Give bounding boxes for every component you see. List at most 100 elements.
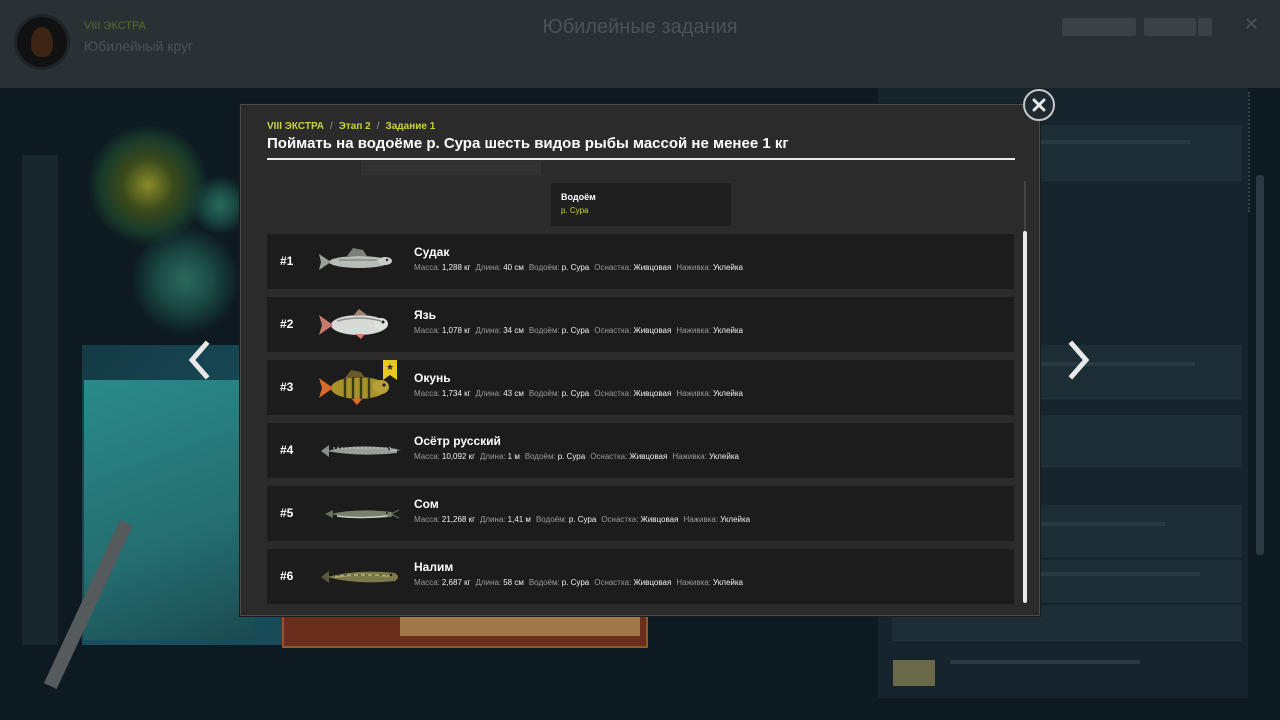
bait-value: Уклейка — [720, 515, 751, 524]
tackle-label: Оснастка: — [601, 515, 639, 524]
fish-rank: #5 — [280, 506, 294, 520]
background-left-column — [22, 155, 58, 645]
tackle-value: Живцовая — [633, 389, 672, 398]
fish-name: Осётр русский — [414, 434, 501, 448]
length-value: 1 м — [507, 452, 520, 461]
fish-rank: #6 — [280, 569, 294, 583]
player-name: Юбилейный круг — [84, 38, 194, 54]
mass-value: 2,687 кг — [441, 578, 471, 587]
hidden-tab-strip — [361, 161, 541, 175]
chevron-left-icon — [188, 340, 210, 380]
background-scrollbar — [1256, 175, 1264, 555]
length-value: 1,41 м — [507, 515, 531, 524]
mass-value: 1,288 кг — [441, 263, 471, 272]
chevron-right-icon — [1068, 340, 1090, 380]
bait-label: Наживка: — [676, 326, 711, 335]
bait-label: Наживка: — [683, 515, 719, 524]
fish-name: Налим — [414, 560, 454, 574]
water-body-filter[interactable]: Водоём р. Сура — [551, 183, 731, 226]
mass-label: Масса: — [414, 452, 440, 461]
mass-value: 1,078 кг — [441, 326, 471, 335]
background-chain-decoration — [1248, 92, 1254, 212]
fish-stats: Масса: 1,288 кг Длина: 40 см Водоём: р. Сур… — [414, 263, 743, 272]
task-title: Поймать на водоёме р. Сура шесть видов р… — [267, 135, 789, 152]
background-top-button — [1144, 18, 1196, 36]
tackle-value: Живцовая — [633, 326, 672, 335]
water-label: Водоём: — [535, 515, 567, 524]
tackle-label: Оснастка: — [594, 389, 632, 398]
background-task-text — [1040, 140, 1190, 144]
previous-page-button[interactable] — [186, 340, 214, 380]
fish-row[interactable]: #4 Осётр русский Масса: 10,092 кг Длина: 1… — [267, 423, 1014, 478]
length-label: Длина: — [475, 389, 502, 398]
breadcrumb-task[interactable]: Задание 1 — [385, 121, 435, 132]
firework-decoration — [130, 225, 240, 335]
bait-value: Уклейка — [712, 326, 744, 335]
fish-name: Сом — [414, 497, 439, 511]
background-task-text — [1040, 522, 1165, 526]
fish-stats: Масса: 10,092 кг Длина: 1 м Водоём: р. Сура… — [414, 452, 739, 461]
bait-value: Уклейка — [712, 389, 744, 398]
catfish-fish-icon — [317, 492, 403, 534]
fish-row[interactable]: #5 Сом Масса: 21,268 кг Длина: 1,41 м Водо… — [267, 486, 1014, 541]
caught-fish-list: #1 Судак Масса: 1,288 кг Длина: 40 см Водо… — [267, 234, 1014, 612]
length-label: Длина: — [475, 578, 502, 587]
water-label: Водоём: — [524, 452, 556, 461]
water-filter-value: р. Сура — [561, 206, 589, 215]
background-close-icon: ✕ — [1244, 14, 1260, 34]
fish-row[interactable]: #6 Налим Масса: 2,687 кг Длина: 58 см Водо… — [267, 549, 1014, 604]
svg-text:★: ★ — [386, 363, 394, 373]
mass-label: Масса: — [414, 515, 440, 524]
water-label: Водоём: — [528, 263, 560, 272]
fish-name: Судак — [414, 245, 450, 259]
water-label: Водоём: — [528, 389, 560, 398]
water-label: Водоём: — [528, 578, 560, 587]
breadcrumb: VIII ЭКСТРА / Этап 2 / Задание 1 — [267, 121, 435, 132]
next-page-button[interactable] — [1064, 340, 1092, 380]
length-value: 43 см — [503, 389, 524, 398]
fish-stats: Масса: 1,734 кг Длина: 43 см Водоём: р. Сур… — [414, 389, 743, 398]
background-top-button — [1062, 18, 1136, 36]
length-value: 34 см — [503, 326, 524, 335]
list-scrollbar-thumb[interactable] — [1023, 231, 1027, 603]
bait-label: Наживка: — [676, 389, 711, 398]
bait-label: Наживка: — [676, 578, 711, 587]
bait-label: Наживка: — [672, 452, 707, 461]
background-thumbnail — [893, 660, 935, 686]
close-modal-button[interactable] — [1023, 89, 1055, 121]
water-value: р. Сура — [561, 578, 590, 587]
breadcrumb-stage[interactable]: Этап 2 — [339, 121, 371, 132]
ide-fish-icon — [317, 303, 403, 345]
tackle-label: Оснастка: — [594, 263, 632, 272]
background-map-highlight — [84, 380, 254, 640]
fish-row[interactable]: #2 Язь Масса: 1,078 кг Длина: 34 см Водоём… — [267, 297, 1014, 352]
fish-row[interactable]: #3 ★ Окунь Масса: 1,734 кг Длина: 43 см Во… — [267, 360, 1014, 415]
mass-value: 1,734 кг — [441, 389, 471, 398]
water-value: р. Сура — [561, 389, 590, 398]
tackle-label: Оснастка: — [590, 452, 628, 461]
mass-value: 10,092 кг — [441, 452, 475, 461]
bait-label: Наживка: — [676, 263, 711, 272]
water-value: р. Сура — [561, 263, 590, 272]
mass-label: Масса: — [414, 389, 440, 398]
water-value: р. Сура — [561, 326, 590, 335]
length-label: Длина: — [475, 326, 502, 335]
breadcrumb-rank[interactable]: VIII ЭКСТРА — [267, 121, 324, 132]
fish-row[interactable]: #1 Судак Масса: 1,288 кг Длина: 40 см Водо… — [267, 234, 1014, 289]
title-divider — [267, 158, 1015, 160]
tackle-label: Оснастка: — [594, 578, 632, 587]
tackle-value: Живцовая — [640, 515, 679, 524]
water-label: Водоём: — [528, 326, 560, 335]
fish-stats: Масса: 2,687 кг Длина: 58 см Водоём: р. Сур… — [414, 578, 743, 587]
trophy-badge-icon: ★ — [383, 360, 397, 380]
fish-rank: #3 — [280, 380, 294, 394]
mass-label: Масса: — [414, 326, 440, 335]
background-task-text — [1040, 572, 1200, 576]
length-value: 40 см — [503, 263, 524, 272]
length-label: Длина: — [475, 263, 502, 272]
water-value: р. Сура — [557, 452, 586, 461]
length-value: 58 см — [503, 578, 524, 587]
task-details-modal: VIII ЭКСТРА / Этап 2 / Задание 1 Поймать… — [240, 104, 1040, 616]
background-reward-bar — [400, 616, 640, 636]
water-value: р. Сура — [568, 515, 597, 524]
